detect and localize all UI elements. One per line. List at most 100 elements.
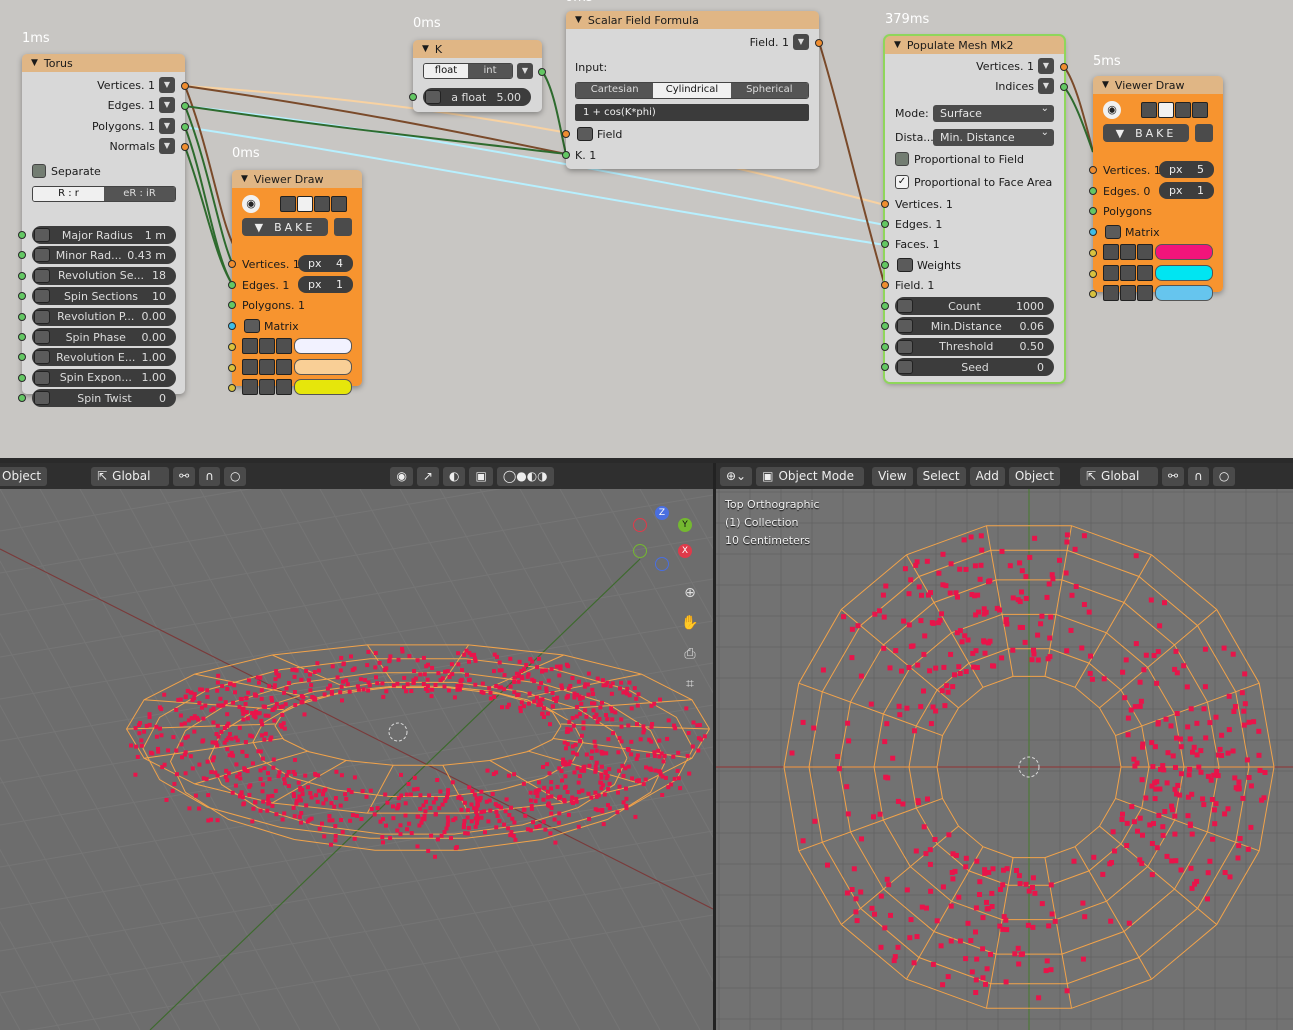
viewer1-color-socket[interactable] — [228, 384, 236, 392]
collapse-icon[interactable]: ▼ — [575, 15, 582, 25]
alpha-icon[interactable] — [1120, 285, 1136, 301]
torus-param-field[interactable]: Spin Phase 0.00 — [32, 328, 176, 346]
separate-checkbox[interactable]: Separate — [32, 164, 101, 178]
eye-icon[interactable]: ◉ — [242, 195, 260, 213]
color-icon[interactable] — [242, 338, 258, 354]
add-menu[interactable]: Add — [969, 466, 1005, 486]
collapse-icon[interactable]: ▼ — [241, 174, 248, 184]
torus-polygons-socket[interactable] — [181, 123, 189, 131]
gizmo-y-axis[interactable]: Y — [678, 518, 692, 532]
normals-dropdown-icon[interactable]: ▼ — [159, 138, 175, 154]
viewer1-color-swatch[interactable] — [294, 379, 352, 395]
proportional-to-field-checkbox[interactable]: Proportional to Field — [895, 152, 1024, 166]
object-menu[interactable]: Object — [1008, 466, 1060, 486]
color-icon[interactable] — [242, 358, 258, 375]
viewport-top-ortho[interactable]: ⊕⌄ ▣ Object Mode View Select Add Object ⇱… — [716, 463, 1293, 1030]
link-icon[interactable] — [331, 196, 347, 212]
zoom-icon[interactable]: ⊕ — [679, 582, 701, 604]
vertex-icon[interactable] — [1158, 102, 1174, 118]
gizmo-neg-z-axis[interactable] — [655, 557, 669, 571]
color-icon[interactable] — [1103, 244, 1119, 260]
populate-vertices-input-socket[interactable] — [881, 200, 889, 208]
float-option[interactable]: float — [424, 64, 468, 78]
alpha-icon[interactable] — [1120, 244, 1136, 260]
k-value-field[interactable]: a float 5.00 — [423, 88, 531, 106]
torus-input-socket[interactable] — [18, 271, 26, 280]
perspective-grid-icon[interactable]: ⌗ — [679, 673, 701, 695]
torus-vertices-socket[interactable] — [181, 82, 189, 90]
bake-button-1[interactable]: ▼ BAKE — [242, 218, 328, 236]
populate-edges-input-socket[interactable] — [881, 220, 889, 228]
populate-param-socket[interactable] — [881, 342, 889, 351]
sphere-icon[interactable] — [314, 196, 330, 212]
viewer-draw-node-2[interactable]: ▼ Viewer Draw ◉ ▼ BAKE Vertices. 1 px 5 Edg… — [1089, 76, 1223, 301]
torus-param-field[interactable]: Minor Rad... 0.43 m — [32, 246, 176, 265]
vertex-size-field-2[interactable]: px 5 — [1159, 161, 1214, 178]
viewer2-color-swatch[interactable] — [1155, 244, 1213, 260]
torus-input-socket[interactable] — [18, 394, 26, 403]
distance-mode-select[interactable]: Min. Distance — [933, 127, 1054, 146]
color-mode-icons[interactable] — [242, 358, 292, 375]
gradient-icon[interactable] — [1137, 244, 1153, 260]
torus-param-field[interactable]: Revolution Se... 18 — [32, 266, 176, 285]
eye-icon[interactable]: ◉ — [1103, 101, 1121, 119]
populate-param-field[interactable]: Count 1000 — [895, 297, 1054, 315]
edge-size-field-2[interactable]: px 1 — [1159, 182, 1214, 199]
pan-hand-icon[interactable]: ✋ — [679, 612, 701, 634]
viewer2-header[interactable]: ▼ Viewer Draw — [1093, 76, 1223, 94]
k-input-socket[interactable] — [409, 93, 417, 101]
vertex-icon[interactable] — [297, 196, 313, 212]
torus-mode-toggle[interactable]: R : r eR : iR — [32, 186, 176, 202]
proportional-to-face-area-checkbox[interactable]: ✓ Proportional to Face Area — [895, 175, 1052, 189]
populate-param-field[interactable]: Threshold 0.50 — [895, 337, 1054, 356]
viewer1-color-socket[interactable] — [228, 363, 236, 372]
gizmo-neg-x-axis[interactable] — [633, 518, 647, 532]
alpha-icon[interactable] — [259, 358, 275, 375]
field-dropdown-icon[interactable]: ▼ — [793, 34, 809, 50]
vertices-dropdown-icon[interactable]: ▼ — [159, 77, 175, 93]
visibility-icon[interactable]: ◉ — [390, 466, 413, 486]
populate-faces-input-socket[interactable] — [881, 240, 889, 248]
torus-input-socket[interactable] — [18, 353, 26, 362]
viewer-draw-node-1[interactable]: ▼ Viewer Draw ◉ ▼ BAKE Vertices. 1 px 4 Edg… — [228, 170, 362, 395]
torus-param-field[interactable]: Spin Twist 0 — [32, 389, 176, 408]
gradient-icon[interactable] — [1137, 264, 1153, 281]
bake-settings-icon[interactable] — [334, 218, 352, 236]
navigation-gizmo[interactable]: Z Y X — [630, 504, 700, 576]
scalar-field-formula-node[interactable]: ▼ Scalar Field Formula Field. 1 ▼ Input: … — [562, 11, 823, 169]
torus-param-field[interactable]: Spin Sections 10 — [32, 287, 176, 306]
populate-mesh-node[interactable]: ▼ Populate Mesh Mk2 Vertices. 1 ▼ Indices… — [881, 34, 1068, 384]
viewport-canvas-left[interactable] — [0, 489, 713, 1030]
cube-icon[interactable] — [280, 196, 296, 212]
populate-indices-output-socket[interactable] — [1060, 83, 1068, 91]
scalar-output-socket[interactable] — [815, 39, 823, 47]
sphere-icon[interactable] — [1175, 102, 1191, 118]
torus-param-field[interactable]: Spin Expon... 1.00 — [32, 368, 176, 387]
k-output-dropdown-icon[interactable]: ▼ — [517, 63, 533, 79]
color-icon[interactable] — [1103, 285, 1119, 301]
viewer2-color-swatch[interactable] — [1155, 285, 1213, 301]
viewer2-matrix-socket[interactable] — [1089, 228, 1097, 236]
viewer2-color-socket[interactable] — [1089, 269, 1097, 278]
populate-param-field[interactable]: Min.Distance 0.06 — [895, 317, 1054, 336]
populate-vertices-output-socket[interactable] — [1060, 63, 1068, 71]
gizmo-neg-y-axis[interactable] — [633, 544, 647, 558]
view-menu[interactable]: View — [872, 466, 913, 486]
gradient-icon[interactable] — [276, 379, 292, 395]
color-mode-icons[interactable] — [242, 379, 292, 395]
viewer2-polygons-socket[interactable] — [1089, 207, 1097, 215]
snap-icon[interactable]: ∩ — [1188, 466, 1209, 486]
pivot-icon[interactable]: ⚯ — [173, 466, 196, 486]
torus-node[interactable]: ▼ Torus Vertices. 1 ▼ Edges. 1 ▼ Polygons… — [18, 54, 189, 408]
alpha-icon[interactable] — [259, 338, 275, 354]
populate-field-input-socket[interactable] — [881, 281, 889, 289]
scalar-node-header[interactable]: ▼ Scalar Field Formula — [566, 11, 819, 29]
vertices-dropdown-icon[interactable]: ▼ — [1038, 58, 1054, 74]
collapse-icon[interactable]: ▼ — [422, 44, 429, 54]
formula-input[interactable]: 1 + cos(K*phi) — [575, 104, 809, 121]
torus-param-field[interactable]: Revolution P... 0.00 — [32, 307, 176, 326]
viewport-canvas-right[interactable] — [716, 489, 1293, 1030]
viewer2-edges-socket[interactable] — [1089, 187, 1097, 195]
edge-size-field-1[interactable]: px 1 — [298, 276, 353, 293]
viewer1-color-swatch[interactable] — [294, 338, 352, 354]
